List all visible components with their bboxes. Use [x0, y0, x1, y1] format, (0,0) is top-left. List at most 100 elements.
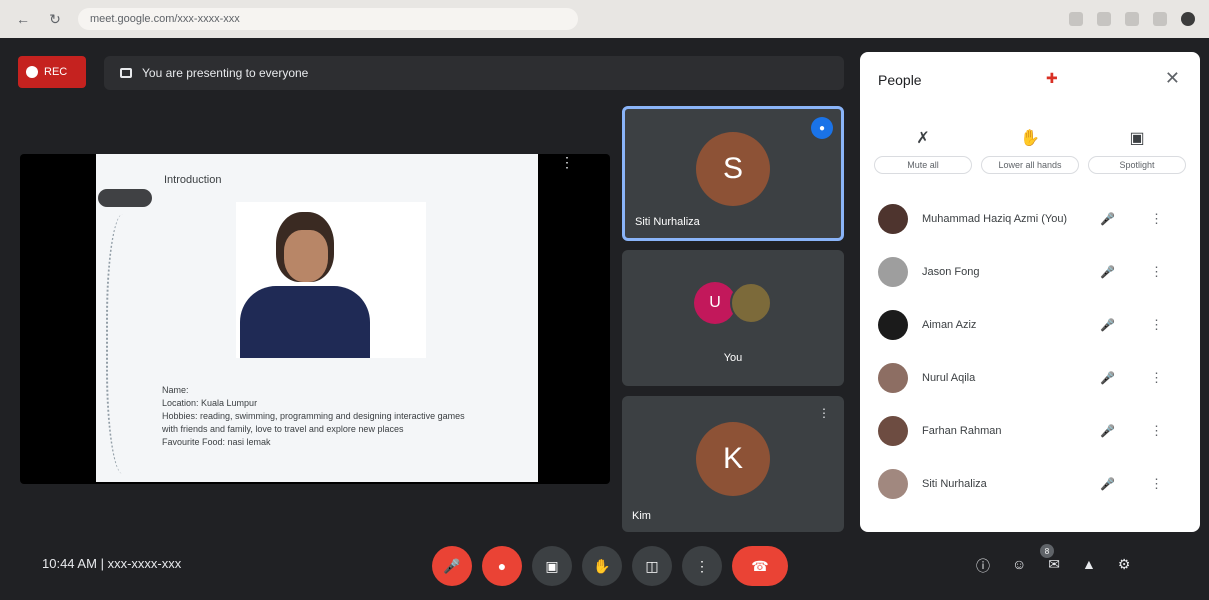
view-icon: ▣	[1129, 130, 1145, 147]
spotlight-button[interactable]: ▣ Spotlight	[1088, 128, 1186, 174]
avatar	[878, 203, 908, 234]
action-label: Spotlight	[1088, 156, 1186, 174]
camera-toggle-button[interactable]: ●	[482, 546, 522, 586]
avatar	[730, 282, 772, 324]
action-label: Lower all hands	[981, 156, 1079, 174]
more-vert-icon[interactable]: ⋮	[1150, 264, 1163, 280]
call-controls: 🎤 ● ▣ ✋ ◫ ⋮ ☎	[432, 546, 788, 586]
person-name: Nurul Aqila	[922, 371, 976, 384]
info-icon[interactable]: ⓘ	[976, 556, 990, 576]
slide-line: Hobbies: reading, swimming, programming …	[162, 411, 465, 421]
presenting-banner: You are presenting to everyone	[104, 56, 844, 90]
raise-hand-button[interactable]: ✋	[582, 546, 622, 586]
mic-icon[interactable]: 🎤	[1100, 424, 1115, 438]
mic-icon[interactable]: 🎤	[1100, 318, 1115, 332]
puzzle-icon[interactable]	[1125, 12, 1139, 26]
list-item[interactable]: Jason Fong 🎤 ⋮	[860, 245, 1200, 298]
extension-icon[interactable]	[1069, 12, 1083, 26]
browser-toolbar: ← ↻ meet.google.com/xxx-xxxx-xxx	[0, 0, 1209, 38]
people-icon[interactable]: ☺	[1012, 556, 1026, 576]
control-bar: 10:44 AM | xxx-xxxx-xxx 🎤 ● ▣ ✋ ◫ ⋮ ☎ 8 …	[0, 532, 1209, 600]
participant-name: Siti Nurhaliza	[635, 216, 700, 228]
mute-all-button[interactable]: ✗ Mute all	[874, 128, 972, 174]
chat-icon[interactable]: ✉	[1048, 556, 1060, 576]
address-bar[interactable]: meet.google.com/xxx-xxxx-xxx	[78, 8, 578, 30]
mic-icon[interactable]: 🎤	[1100, 477, 1115, 491]
participant-tile[interactable]: U You	[622, 250, 844, 386]
speaking-indicator-icon: ●	[811, 117, 833, 139]
person-name: Muhammad Haziq Azmi (You)	[922, 212, 1068, 225]
panel-actions: ✗ Mute all ✋ Lower all hands ▣ Spotlight	[874, 128, 1186, 174]
mic-icon[interactable]: 🎤	[1100, 212, 1115, 226]
person-name: Aiman Aziz	[922, 318, 977, 331]
participant-tile[interactable]: S ● Siti Nurhaliza	[622, 106, 844, 241]
menu-icon[interactable]	[1153, 12, 1167, 26]
back-arrow-icon[interactable]: ←	[14, 10, 32, 28]
action-label: Mute all	[874, 156, 972, 174]
separator: |	[100, 556, 108, 571]
photo-face	[284, 230, 328, 282]
side-controls: ⓘ ☺ ✉ ▲ ⚙	[976, 556, 1130, 576]
more-vert-icon[interactable]: ⋮	[1150, 423, 1163, 439]
people-panel: People ✚ ✕ ✗ Mute all ✋ Lower all hands …	[860, 52, 1200, 532]
avatar	[878, 362, 908, 393]
meeting-time: 10:44 AM	[42, 556, 97, 571]
present-button[interactable]: ◫	[632, 546, 672, 586]
bookmark-icon[interactable]	[1097, 12, 1111, 26]
record-dot-icon	[26, 66, 38, 78]
avatar	[878, 468, 908, 499]
slide-title: Introduction	[164, 174, 222, 186]
close-icon[interactable]: ✕	[1165, 68, 1180, 89]
lower-hands-button[interactable]: ✋ Lower all hands	[981, 128, 1079, 174]
avatar	[878, 415, 908, 446]
more-options-button[interactable]: ⋮	[682, 546, 722, 586]
list-item[interactable]: Nurul Aqila 🎤 ⋮	[860, 351, 1200, 404]
person-name: Jason Fong	[922, 265, 980, 278]
host-controls-icon[interactable]: ⚙	[1118, 556, 1131, 576]
more-vert-icon[interactable]: ⋮	[1150, 370, 1163, 386]
browser-actions	[1069, 12, 1195, 26]
meeting-info: 10:44 AM | xxx-xxxx-xxx	[42, 556, 181, 571]
person-name: Farhan Rahman	[922, 424, 1002, 437]
mic-icon[interactable]: 🎤	[1100, 265, 1115, 279]
captions-button[interactable]: ▣	[532, 546, 572, 586]
more-vert-icon[interactable]: ⋮	[1150, 476, 1163, 492]
slide-photo	[236, 202, 426, 358]
presentation-stage: Introduction Name: Location: Kuala Lumpu…	[20, 154, 610, 484]
mic-off-icon: ✗	[916, 130, 930, 147]
avatar	[878, 309, 908, 340]
slide-decoration	[106, 214, 148, 474]
more-vert-icon[interactable]: ⋮	[1150, 211, 1163, 227]
person-add-icon[interactable]: ✚	[1046, 70, 1058, 87]
slide-text: Name: Location: Kuala Lumpur Hobbies: re…	[162, 384, 512, 449]
avatar: S	[696, 131, 770, 206]
more-vert-icon[interactable]: ⋮	[560, 154, 574, 171]
presentation-slide: Introduction Name: Location: Kuala Lumpu…	[96, 154, 538, 482]
slide-line: with friends and family, love to travel …	[162, 424, 404, 434]
activities-icon[interactable]: ▲	[1082, 556, 1096, 576]
present-screen-icon	[120, 68, 132, 78]
meeting-code: xxx-xxxx-xxx	[107, 556, 182, 571]
panel-title: People	[878, 72, 922, 88]
leave-call-button[interactable]: ☎	[732, 546, 788, 586]
hand-icon: ✋	[1020, 130, 1040, 147]
presenting-text: You are presenting to everyone	[142, 66, 309, 80]
more-vert-icon[interactable]: ⋮	[1150, 317, 1163, 333]
reload-icon[interactable]: ↻	[46, 10, 64, 28]
avatar-group: U	[694, 282, 774, 326]
meet-window: REC You are presenting to everyone Intro…	[0, 38, 1209, 600]
profile-avatar-icon[interactable]	[1181, 12, 1195, 26]
mic-toggle-button[interactable]: 🎤	[432, 546, 472, 586]
list-item[interactable]: Aiman Aziz 🎤 ⋮	[860, 298, 1200, 351]
list-item[interactable]: Siti Nurhaliza 🎤 ⋮	[860, 457, 1200, 510]
mic-icon[interactable]: 🎤	[1100, 371, 1115, 385]
more-vert-icon[interactable]: ⋮	[818, 406, 830, 420]
recording-badge: REC	[18, 56, 86, 88]
slide-line: Name:	[162, 385, 189, 395]
participant-name: Kim	[632, 510, 651, 522]
person-name: Siti Nurhaliza	[922, 477, 987, 490]
participant-tile[interactable]: ⋮ K Kim	[622, 396, 844, 532]
list-item[interactable]: Farhan Rahman 🎤 ⋮	[860, 404, 1200, 457]
list-item[interactable]: Muhammad Haziq Azmi (You) 🎤 ⋮	[860, 192, 1200, 245]
slide-line: Location: Kuala Lumpur	[162, 398, 258, 408]
